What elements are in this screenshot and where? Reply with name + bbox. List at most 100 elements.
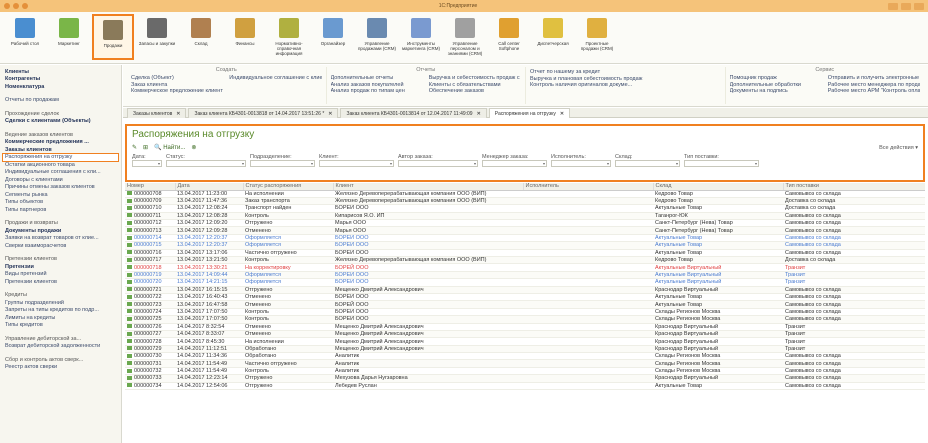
ribbon-item-11[interactable]: Call center Softphone	[488, 14, 530, 60]
sidebar-item[interactable]: Отчеты по продажам	[3, 97, 118, 105]
filter-input[interactable]: ▾	[319, 160, 394, 167]
sidebar-item[interactable]: Типы объектов	[3, 199, 118, 207]
sidebar-item[interactable]: Претензии клиентов	[3, 278, 118, 286]
filter-input[interactable]: ▾	[551, 160, 611, 167]
table-row[interactable]: 000000732 14.04.2017 11:54:49 Контроль Анал…	[125, 367, 925, 376]
all-actions-button[interactable]: Все действия ▾	[879, 145, 918, 151]
table-row[interactable]: 000000711 13.04.2017 12:08:28 Контроль Кипа…	[125, 212, 925, 221]
dropdown-icon[interactable]: ▾	[676, 161, 678, 166]
table-row[interactable]: 000000728 14.04.2017 8:45:30 На исполнении…	[125, 337, 925, 346]
sidebar-item[interactable]: Возврат дебиторской задолженности	[3, 343, 118, 351]
table-row[interactable]: 000000709 13.04.2017 11:47:36 Заказ трансп…	[125, 197, 925, 206]
sidebar-item[interactable]: Типы партнеров	[3, 206, 118, 214]
table-row[interactable]: 000000723 13.04.2017 16:47:58 Отменено БОРЕ…	[125, 300, 925, 309]
table-row[interactable]: 000000715 13.04.2017 12:20:37 Оформляется Б…	[125, 241, 925, 250]
table-row[interactable]: 000000729 14.04.2017 11:12:51 Обработано Ме…	[125, 345, 925, 354]
column-header[interactable]: Дата	[175, 183, 244, 191]
minimize-button[interactable]	[888, 2, 898, 10]
dropdown-icon[interactable]: ▾	[474, 161, 476, 166]
table-row[interactable]: 000000719 13.04.2017 14:09:44 Оформляется Б…	[125, 271, 925, 280]
column-header[interactable]: Клиент	[333, 183, 524, 191]
tab-0[interactable]: Заказы клиентов ✕	[127, 108, 187, 118]
sidebar-item[interactable]: Заказы клиентов	[3, 146, 118, 154]
action-link[interactable]: Анализ продаж по типам цен	[331, 88, 423, 95]
table-row[interactable]: 000000734 14.04.2017 12:54:06 Отгружено Леб…	[125, 382, 925, 391]
table-row[interactable]: 000000713 13.04.2017 12:09:28 Отменено Марь…	[125, 226, 925, 235]
ribbon-item-4[interactable]: Склад	[180, 14, 222, 60]
ribbon-item-6[interactable]: Нормативно-справочная информация	[268, 14, 310, 60]
dropdown-icon[interactable]: ▾	[755, 161, 757, 166]
tab-1[interactable]: Заказ клиента КБ4301-0013818 от 14.04.20…	[188, 108, 339, 118]
sidebar-item[interactable]: Договоры с клиентами	[3, 176, 118, 184]
ribbon-item-3[interactable]: Запасы и закупки	[136, 14, 178, 60]
sidebar-item[interactable]: Остатки акционного товара	[3, 161, 118, 169]
table-row[interactable]: 000000724 13.04.2017 17:07:50 Контроль БОРЕ…	[125, 308, 925, 317]
ribbon-item-12[interactable]: Диспетчерская	[532, 14, 574, 60]
column-header[interactable]: Исполнитель	[523, 183, 654, 191]
sidebar-item[interactable]: Распоряжения на отгрузку	[2, 152, 119, 162]
app-menu-icon[interactable]	[4, 3, 10, 9]
table-row[interactable]: 000000708 13.04.2017 11:23:00 На исполнени…	[125, 190, 925, 198]
sidebar-item[interactable]: Сделки с клиентами (Объекты)	[3, 118, 118, 126]
dropdown-icon[interactable]: ▾	[543, 161, 545, 166]
sidebar-item[interactable]: Типы кредитов	[3, 322, 118, 330]
dropdown-icon[interactable]: ▾	[607, 161, 609, 166]
sidebar-item[interactable]: Запреты на типы кредитов по подр...	[3, 307, 118, 315]
sidebar-item[interactable]: Индивидуальные соглашения с кли...	[3, 169, 118, 177]
action-link[interactable]: Документы на подпись	[730, 88, 822, 95]
action-link[interactable]: Рабочее место АРМ "Контроль оплат"	[828, 88, 920, 95]
filter-input[interactable]: ▾	[615, 160, 680, 167]
filter-input[interactable]: ▾	[482, 160, 547, 167]
sidebar-item[interactable]: Сверки взаиморасчетов	[3, 242, 118, 250]
dropdown-icon[interactable]: ▾	[311, 161, 313, 166]
back-icon[interactable]	[13, 3, 19, 9]
maximize-button[interactable]	[901, 2, 911, 10]
table-row[interactable]: 000000710 13.04.2017 12:08:24 Транспорт на…	[125, 204, 925, 213]
sidebar-item[interactable]: Коммерческие предложения ...	[3, 139, 118, 147]
ribbon-item-5[interactable]: Финансы	[224, 14, 266, 60]
sidebar-item[interactable]: Сегменты рынка	[3, 191, 118, 199]
dropdown-icon[interactable]: ▾	[242, 161, 244, 166]
filter-input[interactable]: ▾	[250, 160, 315, 167]
close-icon[interactable]: ✕	[477, 111, 481, 117]
ribbon-item-0[interactable]: Рабочий стол	[4, 14, 46, 60]
close-icon[interactable]: ✕	[328, 111, 332, 117]
sidebar-item[interactable]: Претензии	[3, 263, 118, 271]
sidebar-item[interactable]: Лимиты на кредиты	[3, 314, 118, 322]
ribbon-item-9[interactable]: Инструменты маркетинга (CRM)	[400, 14, 442, 60]
sidebar-item[interactable]: Заявки на возврат товаров от клие...	[3, 235, 118, 243]
sidebar-item[interactable]: Причины отмены заказов клиентов	[3, 184, 118, 192]
sidebar-item[interactable]: Виды претензий	[3, 271, 118, 279]
table-row[interactable]: 000000733 14.04.2017 12:23:14 Отгружено Мех…	[125, 374, 925, 383]
close-icon[interactable]: ✕	[176, 111, 180, 117]
ribbon-item-13[interactable]: Проектные продажи (CRM)	[576, 14, 618, 60]
filter-input[interactable]: ▾	[398, 160, 478, 167]
action-link[interactable]: Коммерческое предложение клиенту	[131, 88, 223, 95]
table-row[interactable]: 000000722 13.04.2017 16:40:43 Отменено БОРЕ…	[125, 293, 925, 302]
sidebar-item[interactable]: Документы продажи	[3, 227, 118, 235]
table-row[interactable]: 000000712 13.04.2017 12:09:20 Отгружено Мар…	[125, 219, 925, 228]
create-icon[interactable]: ✎	[132, 144, 137, 151]
table-row[interactable]: 000000717 13.04.2017 13:21:50 Контроль Желя…	[125, 256, 925, 265]
dropdown-icon[interactable]: ▾	[390, 161, 392, 166]
table-row[interactable]: 000000716 13.04.2017 13:17:06 Частично отг…	[125, 249, 925, 258]
column-header[interactable]: Тип поставки	[783, 183, 925, 191]
find-button[interactable]: 🔍 Найти...	[154, 144, 185, 151]
close-icon[interactable]: ✕	[560, 111, 564, 117]
table-row[interactable]: 000000718 13.04.2017 13:30:21 На корректир…	[125, 263, 925, 272]
table-row[interactable]: 000000720 13.04.2017 14:21:15 Оформляется Б…	[125, 278, 925, 287]
table-row[interactable]: 000000725 13.04.2017 17:07:50 Контроль БОРЕ…	[125, 315, 925, 324]
table-row[interactable]: 000000714 13.04.2017 12:20:37 Оформляется Б…	[125, 234, 925, 243]
close-button[interactable]	[914, 2, 924, 10]
table-row[interactable]: 000000726 14.04.2017 8:32:54 Отменено Мещен…	[125, 323, 925, 331]
column-header[interactable]: Номер	[125, 183, 176, 191]
table-row[interactable]: 000000727 14.04.2017 8:33:07 Отменено Мещен…	[125, 330, 925, 339]
table-row[interactable]: 000000721 13.04.2017 16:15:15 Отгружено Мещ…	[125, 286, 925, 294]
ribbon-item-7[interactable]: Органайзер	[312, 14, 354, 60]
tab-2[interactable]: Заказ клиента КБ4301-0013814 от 12.04.20…	[340, 108, 487, 118]
cancel-search-icon[interactable]: ⊗	[191, 144, 196, 151]
sidebar-item[interactable]: Реестр актов сверки	[3, 364, 118, 372]
column-header[interactable]: Статус распоряжения	[243, 183, 334, 191]
filter-input[interactable]: ▾	[166, 160, 246, 167]
sidebar-item[interactable]: Группы подразделений	[3, 299, 118, 307]
